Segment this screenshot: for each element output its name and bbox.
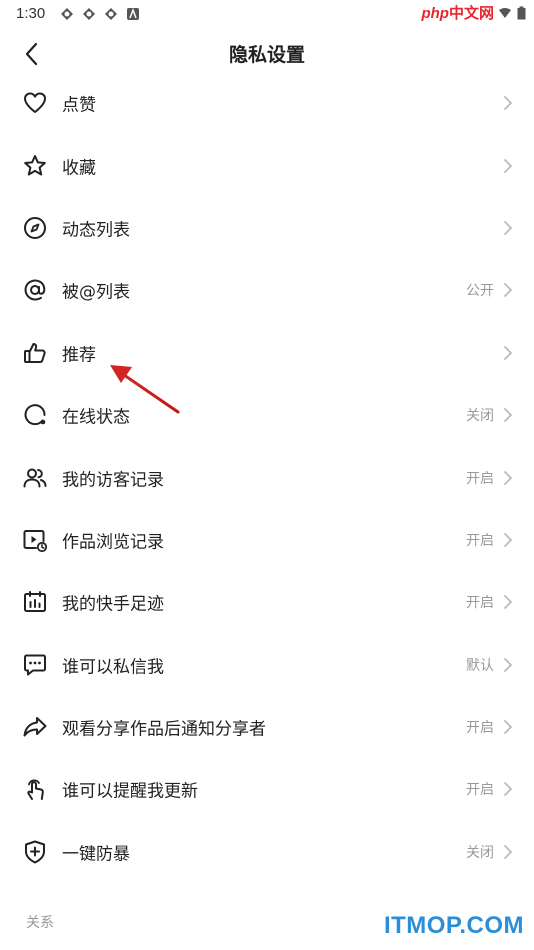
compass-icon [22, 215, 48, 241]
settings-item-value: 默认 [466, 657, 494, 674]
chevron-right-icon [502, 345, 514, 361]
settings-item-footprint[interactable]: 我的快手足迹 开启 [0, 571, 534, 633]
settings-item-label: 一键防暴 [62, 844, 130, 865]
chevron-right-icon [502, 532, 514, 548]
settings-item-direct-messages[interactable]: 谁可以私信我 默认 [0, 634, 534, 696]
settings-item-visitors[interactable]: 我的访客记录 开启 [0, 446, 534, 508]
chevron-right-icon [502, 220, 514, 236]
chevron-right-icon [502, 282, 514, 298]
chevron-right-icon [502, 158, 514, 174]
chevron-right-icon [502, 719, 514, 735]
settings-item-online-status[interactable]: 在线状态 关闭 [0, 384, 534, 446]
settings-item-update-reminders[interactable]: 谁可以提醒我更新 开启 [0, 758, 534, 820]
settings-item-label: 被@列表 [62, 282, 130, 303]
notification-icon [82, 7, 96, 21]
status-system-icons [499, 6, 526, 20]
chevron-right-icon [502, 407, 514, 423]
shield-plus-icon [22, 839, 48, 865]
settings-item-label: 在线状态 [62, 407, 130, 428]
online-status-icon [22, 402, 48, 428]
settings-item-recommend[interactable]: 推荐 [0, 322, 534, 384]
settings-item-anti-harassment[interactable]: 一键防暴 关闭 [0, 821, 534, 883]
status-bar: 1:30 php中文网 [0, 0, 534, 28]
settings-item-mentions[interactable]: 被@列表 公开 [0, 259, 534, 321]
watermark-bottom: ITMOP.COM [383, 912, 524, 939]
page-title: 隐私设置 [228, 44, 305, 66]
chevron-right-icon [502, 844, 514, 860]
settings-item-value: 开启 [466, 532, 494, 549]
settings-item-favorites[interactable]: 收藏 [0, 134, 534, 196]
battery-icon [517, 6, 526, 20]
settings-item-label: 收藏 [62, 158, 96, 179]
watermark-top: php中文网 [421, 2, 494, 23]
settings-item-video-history[interactable]: 作品浏览记录 开启 [0, 509, 534, 571]
chevron-right-icon [502, 95, 514, 111]
chevron-right-icon [502, 657, 514, 673]
share-icon [22, 714, 48, 740]
at-icon [22, 277, 48, 303]
settings-item-value: 开启 [466, 782, 494, 799]
settings-item-label: 作品浏览记录 [62, 532, 164, 553]
settings-item-activity-list[interactable]: 动态列表 [0, 197, 534, 259]
status-time: 1:30 [16, 5, 46, 22]
settings-item-label: 观看分享作品后通知分享者 [62, 719, 266, 740]
settings-item-value: 关闭 [466, 844, 494, 861]
section-header-relationships: 关系 [26, 915, 54, 931]
message-icon [22, 652, 48, 678]
settings-item-likes[interactable]: 点赞 [0, 72, 534, 134]
settings-item-label: 点赞 [62, 95, 96, 116]
tap-hand-icon [22, 776, 48, 802]
settings-item-share-notify[interactable]: 观看分享作品后通知分享者 开启 [0, 696, 534, 758]
settings-item-label: 我的快手足迹 [62, 594, 164, 615]
heart-icon [22, 90, 48, 116]
video-history-icon [22, 527, 48, 553]
calendar-icon [22, 589, 48, 615]
chevron-right-icon [502, 594, 514, 610]
wifi-icon [499, 7, 511, 19]
settings-item-label: 我的访客记录 [62, 470, 164, 491]
privacy-settings-list: 点赞 收藏 动态列表 被@列表 公开 推荐 在线状态 关闭 我的访客记录 开启 … [0, 72, 534, 883]
star-icon [22, 153, 48, 179]
watermark-php: php [421, 5, 449, 22]
watermark-cn: 中文网 [448, 5, 494, 22]
settings-item-value: 开启 [466, 470, 494, 487]
status-notification-icons [60, 7, 140, 21]
notification-icon [60, 7, 74, 21]
thumbs-up-icon [22, 340, 48, 366]
settings-item-label: 推荐 [62, 345, 96, 366]
settings-item-label: 动态列表 [62, 220, 130, 241]
header: 隐私设置 [0, 28, 534, 76]
settings-item-value: 公开 [466, 283, 494, 300]
settings-item-label: 谁可以提醒我更新 [62, 781, 198, 802]
settings-item-value: 关闭 [466, 408, 494, 425]
settings-item-value: 开启 [466, 595, 494, 612]
chevron-right-icon [502, 781, 514, 797]
settings-item-value: 开启 [466, 720, 494, 737]
notification-icon [104, 7, 118, 21]
visitors-icon [22, 465, 48, 491]
settings-item-label: 谁可以私信我 [62, 657, 164, 678]
app-notification-icon [126, 7, 140, 21]
chevron-right-icon [502, 470, 514, 486]
